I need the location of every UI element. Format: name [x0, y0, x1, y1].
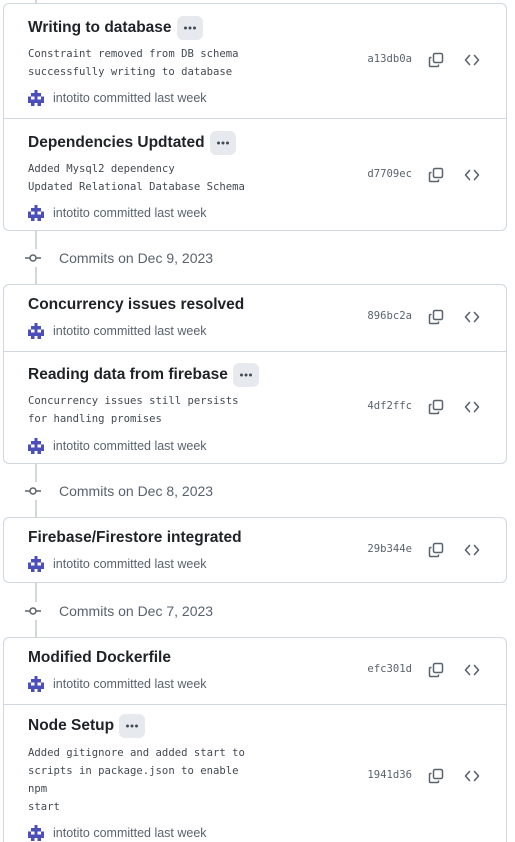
kebab-horizontal-icon: [216, 141, 229, 145]
copy-sha-button[interactable]: [424, 48, 448, 72]
commit-sha-link[interactable]: 1941d36: [367, 769, 412, 781]
avatar[interactable]: [28, 825, 44, 841]
browse-repo-button[interactable]: [460, 658, 484, 682]
code-icon: [464, 401, 480, 413]
author-link[interactable]: intotito: [53, 324, 90, 338]
commit-time: committed last week: [93, 206, 207, 220]
commit-time: committed last week: [93, 557, 207, 571]
commit-description: Added Mysql2 dependency Updated Relation…: [28, 163, 245, 193]
author-link[interactable]: intotito: [53, 826, 90, 840]
commit-sha-link[interactable]: 4df2ffc: [367, 400, 412, 412]
author-link[interactable]: intotito: [53, 91, 90, 105]
date-header: Commits on Dec 7, 2023: [24, 599, 213, 623]
kebab-horizontal-icon: [126, 724, 139, 728]
git-commit-icon: [24, 249, 42, 267]
show-description-button[interactable]: [209, 131, 236, 155]
copy-icon: [428, 399, 444, 415]
code-icon: [464, 544, 480, 556]
browse-repo-button[interactable]: [460, 48, 484, 72]
copy-icon: [428, 662, 444, 678]
commit-time: committed last week: [93, 91, 207, 105]
commit-time: committed last week: [93, 826, 207, 840]
author-link[interactable]: intotito: [53, 439, 90, 453]
copy-sha-button[interactable]: [424, 658, 448, 682]
commit-row: Dependencies Updtated Added Mysql2 depen…: [4, 118, 506, 230]
browse-repo-button[interactable]: [460, 305, 484, 329]
copy-icon: [428, 309, 444, 325]
commit-sha-link[interactable]: efc301d: [367, 663, 412, 675]
copy-sha-button[interactable]: [424, 163, 448, 187]
commit-time: committed last week: [93, 439, 207, 453]
commit-sha-link[interactable]: 896bc2a: [367, 310, 412, 322]
avatar[interactable]: [28, 556, 44, 572]
commit-title-link[interactable]: Concurrency issues resolved: [28, 296, 244, 314]
commit-title-link[interactable]: Node Setup: [28, 717, 114, 735]
code-icon: [464, 770, 480, 782]
git-commit-icon: [24, 482, 42, 500]
code-icon: [464, 54, 480, 66]
commit-time: committed last week: [93, 324, 207, 338]
kebab-horizontal-icon: [239, 373, 252, 377]
copy-sha-button[interactable]: [424, 395, 448, 419]
date-label: Commits on Dec 7, 2023: [59, 603, 214, 619]
kebab-horizontal-icon: [183, 26, 196, 30]
commit-row: Writing to database Constraint removed f…: [4, 4, 506, 118]
commit-description: Constraint removed from DB schema succes…: [28, 48, 239, 78]
commit-title-link[interactable]: Modified Dockerfile: [28, 649, 171, 667]
avatar[interactable]: [28, 205, 44, 221]
copy-sha-button[interactable]: [424, 538, 448, 562]
avatar[interactable]: [28, 90, 44, 106]
commit-description: Added gitignore and added start to scrip…: [28, 747, 245, 813]
author-link[interactable]: intotito: [53, 557, 90, 571]
commit-sha-link[interactable]: a13db0a: [367, 53, 412, 65]
author-link[interactable]: intotito: [53, 677, 90, 691]
browse-repo-button[interactable]: [460, 395, 484, 419]
commit-row: Firebase/Firestore integrated intotito c…: [4, 518, 506, 582]
commit-group: Modified Dockerfile intotito committed l…: [3, 637, 507, 842]
commit-row: Modified Dockerfile intotito committed l…: [4, 638, 506, 704]
commit-title-link[interactable]: Dependencies Updtated: [28, 134, 205, 152]
commit-row: Concurrency issues resolved intotito com…: [4, 285, 506, 351]
author-link[interactable]: intotito: [53, 206, 90, 220]
date-header: Commits on Dec 9, 2023: [24, 246, 213, 270]
code-icon: [464, 169, 480, 181]
code-icon: [464, 664, 480, 676]
show-description-button[interactable]: [232, 363, 259, 387]
commit-description: Concurrency issues still persists for ha…: [28, 395, 239, 425]
copy-icon: [428, 768, 444, 784]
copy-icon: [428, 542, 444, 558]
commit-title-link[interactable]: Reading data from firebase: [28, 366, 228, 384]
date-header: Commits on Dec 8, 2023: [24, 479, 213, 503]
avatar[interactable]: [28, 438, 44, 454]
commit-title-link[interactable]: Writing to database: [28, 19, 172, 37]
commit-group: Firebase/Firestore integrated intotito c…: [3, 517, 507, 583]
commit-sha-link[interactable]: d7709ec: [367, 168, 412, 180]
date-label: Commits on Dec 9, 2023: [59, 250, 214, 266]
date-label: Commits on Dec 8, 2023: [59, 483, 214, 499]
commit-row: Reading data from firebase Concurrency i…: [4, 351, 506, 463]
commit-row: Node Setup Added gitignore and added sta…: [4, 704, 506, 842]
avatar[interactable]: [28, 323, 44, 339]
copy-sha-button[interactable]: [424, 764, 448, 788]
show-description-button[interactable]: [119, 714, 146, 738]
commit-sha-link[interactable]: 29b344e: [367, 543, 412, 555]
browse-repo-button[interactable]: [460, 163, 484, 187]
avatar[interactable]: [28, 676, 44, 692]
copy-icon: [428, 167, 444, 183]
commit-title-link[interactable]: Firebase/Firestore integrated: [28, 529, 242, 547]
git-commit-icon: [24, 602, 42, 620]
commit-time: committed last week: [93, 677, 207, 691]
show-description-button[interactable]: [176, 16, 203, 40]
commit-group: Concurrency issues resolved intotito com…: [3, 284, 507, 464]
copy-icon: [428, 52, 444, 68]
browse-repo-button[interactable]: [460, 538, 484, 562]
browse-repo-button[interactable]: [460, 764, 484, 788]
code-icon: [464, 311, 480, 323]
commit-group: Writing to database Constraint removed f…: [3, 3, 507, 231]
copy-sha-button[interactable]: [424, 305, 448, 329]
